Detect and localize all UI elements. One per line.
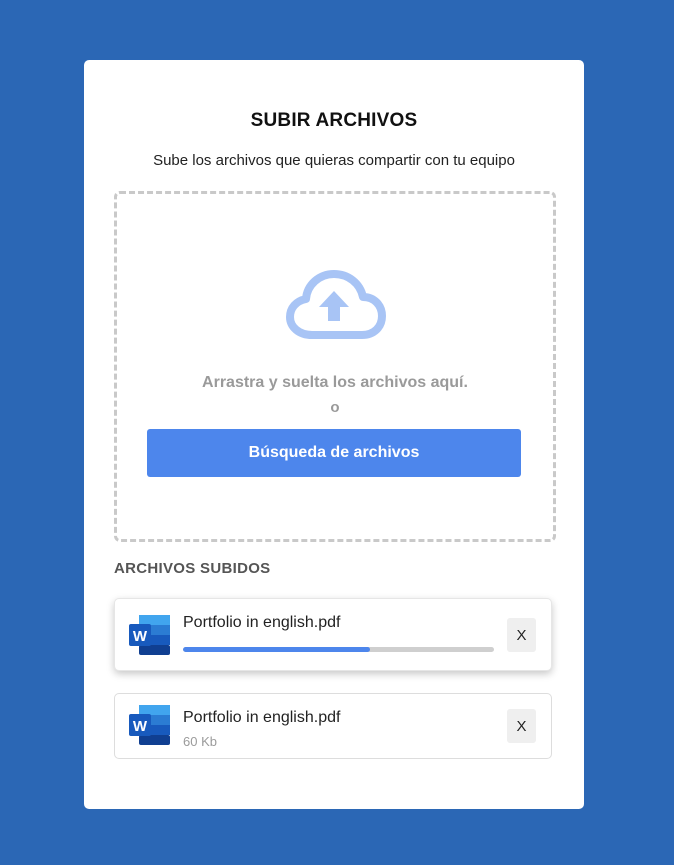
file-dropzone[interactable]: Arrastra y suelta los archivos aquí. o B…: [114, 191, 556, 542]
remove-file-button[interactable]: X: [507, 709, 536, 743]
word-icon: W: [129, 705, 170, 745]
file-name: Portfolio in english.pdf: [183, 709, 341, 726]
browse-files-button[interactable]: Búsqueda de archivos: [147, 429, 521, 477]
upload-subtitle: Sube los archivos que quieras compartir …: [153, 152, 515, 169]
drop-instructions: Arrastra y suelta los archivos aquí.: [202, 374, 468, 391]
uploaded-files-heading: ARCHIVOS SUBIDOS: [114, 560, 271, 577]
upload-progress-bar: [183, 647, 494, 652]
svg-text:W: W: [133, 718, 148, 735]
svg-text:W: W: [133, 628, 148, 645]
upload-card: SUBIR ARCHIVOS Sube los archivos que qui…: [84, 60, 584, 809]
file-item: W Portfolio in english.pdf X: [114, 598, 552, 671]
file-size: 60 Kb: [183, 734, 217, 749]
word-icon: W: [129, 615, 170, 655]
upload-progress-fill: [183, 647, 370, 652]
cloud-upload-icon: [286, 270, 386, 339]
file-item: W Portfolio in english.pdf 60 Kb X: [114, 693, 552, 759]
or-separator: o: [330, 399, 340, 416]
remove-file-button[interactable]: X: [507, 618, 536, 652]
file-name: Portfolio in english.pdf: [183, 614, 341, 631]
upload-title: SUBIR ARCHIVOS: [250, 110, 418, 131]
